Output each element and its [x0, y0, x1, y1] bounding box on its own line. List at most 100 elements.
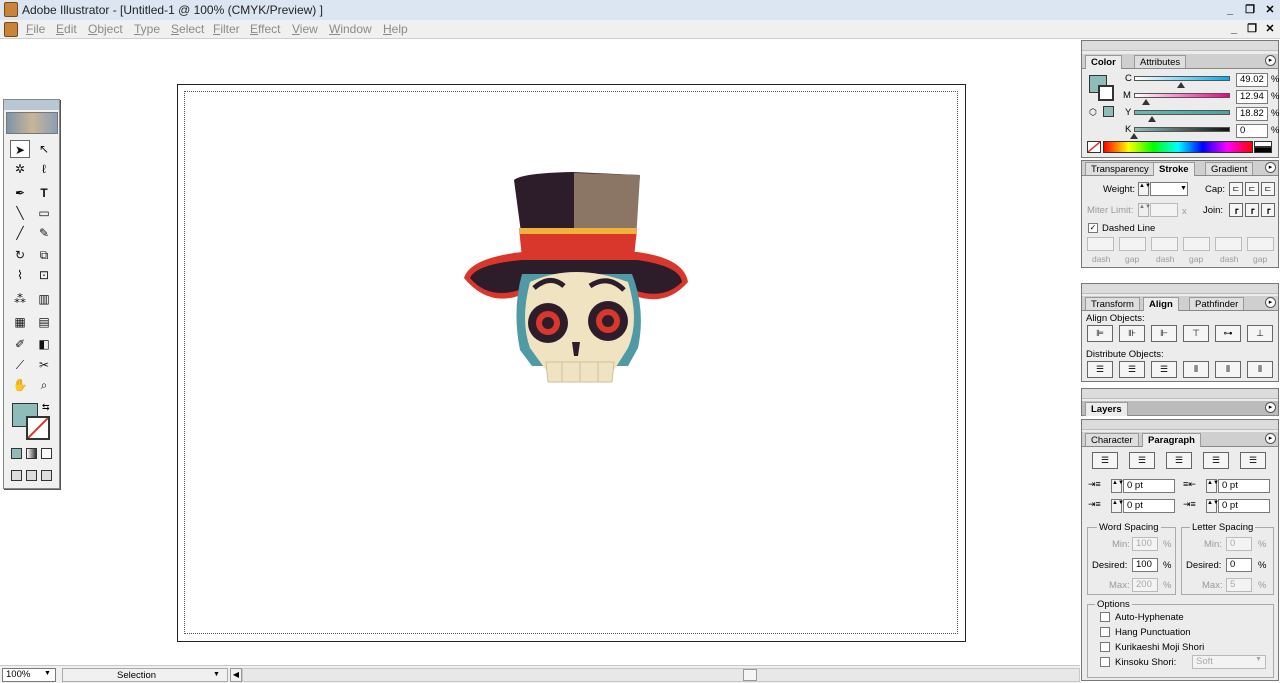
magenta-slider[interactable]: [1134, 93, 1230, 98]
black-value-field[interactable]: 0: [1236, 124, 1268, 138]
tab-character[interactable]: Character: [1085, 433, 1139, 446]
pen-tool-icon[interactable]: ✒: [10, 184, 30, 202]
gradient-tool-icon[interactable]: ▤: [34, 313, 54, 331]
magenta-value-field[interactable]: 12.94: [1236, 90, 1268, 104]
direct-selection-tool-icon[interactable]: ↖: [34, 140, 54, 158]
dashed-line-checkbox[interactable]: ✓: [1088, 223, 1098, 233]
full-screen-menu-mode-icon[interactable]: [26, 470, 37, 481]
align-left-text-icon[interactable]: ☰: [1092, 452, 1118, 469]
first-line-indent-stepper[interactable]: ▲▼: [1111, 499, 1124, 513]
distribute-left-icon[interactable]: ⫴: [1183, 361, 1209, 378]
line-tool-icon[interactable]: ╲: [10, 204, 30, 222]
doc-restore-button[interactable]: ❐: [1244, 22, 1260, 36]
align-horizontal-center-icon[interactable]: ⊪: [1119, 325, 1145, 342]
blend-tool-icon[interactable]: ◧: [34, 335, 54, 353]
type-tool-icon[interactable]: T: [34, 184, 54, 202]
black-slider-thumb[interactable]: [1130, 133, 1138, 139]
color-mode-icon[interactable]: [11, 448, 22, 459]
distribute-right-icon[interactable]: ⫴: [1247, 361, 1273, 378]
zoom-tool-icon[interactable]: ⌕: [34, 376, 54, 394]
word-min-field[interactable]: 100: [1132, 537, 1158, 551]
symbol-sprayer-tool-icon[interactable]: ⁂: [10, 290, 30, 308]
panel-menu-icon[interactable]: ▸: [1265, 402, 1276, 413]
align-right-text-icon[interactable]: ☰: [1166, 452, 1192, 469]
standard-screen-mode-icon[interactable]: [11, 470, 22, 481]
cyan-value-field[interactable]: 49.02: [1236, 73, 1268, 87]
out-of-gamut-icon[interactable]: ⬡: [1089, 107, 1100, 118]
tab-gradient[interactable]: Gradient: [1205, 162, 1254, 175]
dash-field-1[interactable]: [1087, 237, 1114, 251]
lasso-tool-icon[interactable]: ℓ: [34, 160, 54, 178]
kinsoku-checkbox[interactable]: [1100, 657, 1110, 667]
right-indent-field[interactable]: 0 pt: [1218, 479, 1270, 493]
left-indent-stepper[interactable]: ▲▼: [1111, 479, 1124, 493]
swap-fill-stroke-icon[interactable]: ⇆: [42, 402, 50, 413]
letter-max-field[interactable]: 5: [1226, 578, 1252, 592]
tab-align[interactable]: Align: [1143, 297, 1179, 311]
zoom-dropdown-icon[interactable]: ▼: [44, 670, 51, 677]
rectangle-tool-icon[interactable]: ▭: [34, 204, 54, 222]
minimize-button[interactable]: _: [1222, 3, 1238, 17]
align-center-text-icon[interactable]: ☰: [1129, 452, 1155, 469]
justify-all-text-icon[interactable]: ☰: [1240, 452, 1266, 469]
tab-stroke[interactable]: Stroke: [1153, 162, 1195, 176]
scale-tool-icon[interactable]: ⧉: [34, 246, 54, 264]
tab-color[interactable]: Color: [1085, 55, 1122, 69]
hang-punctuation-checkbox[interactable]: [1100, 627, 1110, 637]
document-icon[interactable]: [4, 22, 18, 37]
restore-button[interactable]: ❐: [1242, 3, 1258, 17]
panel-menu-icon[interactable]: ▸: [1265, 162, 1276, 173]
panel-title-bar[interactable]: [1082, 284, 1278, 294]
menu-edit[interactable]: Edit: [56, 22, 77, 36]
round-cap-icon[interactable]: ⊏: [1245, 182, 1259, 196]
gradient-mode-icon[interactable]: [26, 448, 37, 459]
scissors-tool-icon[interactable]: ✂: [34, 356, 54, 374]
align-top-icon[interactable]: ⊤: [1183, 325, 1209, 342]
menu-view[interactable]: View: [292, 22, 318, 36]
status-dropdown-icon[interactable]: ▼: [213, 671, 220, 678]
cyan-slider[interactable]: [1134, 76, 1230, 81]
magenta-slider-thumb[interactable]: [1142, 99, 1151, 105]
scroll-left-button[interactable]: ◀: [230, 668, 242, 682]
app-icon[interactable]: [4, 2, 18, 17]
stroke-swatch[interactable]: [26, 416, 50, 440]
horizontal-scrollbar[interactable]: [242, 668, 1080, 682]
eyedropper-tool-icon[interactable]: ✐: [10, 335, 30, 353]
panel-title-bar[interactable]: [1082, 41, 1278, 51]
color-spectrum-bar[interactable]: [1103, 141, 1253, 153]
word-desired-field[interactable]: 100: [1132, 558, 1158, 572]
miter-join-icon[interactable]: ┏: [1229, 203, 1243, 217]
graph-tool-icon[interactable]: ▥: [34, 290, 54, 308]
distribute-vertical-center-icon[interactable]: ☰: [1119, 361, 1145, 378]
projecting-cap-icon[interactable]: ⊏: [1261, 182, 1275, 196]
warp-tool-icon[interactable]: ⌇: [10, 266, 30, 284]
selection-tool-icon[interactable]: ➤: [10, 140, 30, 158]
align-left-icon[interactable]: ⊫: [1087, 325, 1113, 342]
rotate-tool-icon[interactable]: ↻: [10, 246, 30, 264]
doc-close-button[interactable]: ✕: [1262, 22, 1278, 36]
menu-file[interactable]: File: [26, 22, 45, 36]
web-color-swatch[interactable]: [1103, 106, 1114, 117]
color-stroke-swatch[interactable]: [1098, 85, 1114, 101]
venus-logo-icon[interactable]: [6, 112, 58, 134]
free-transform-tool-icon[interactable]: ⊡: [34, 266, 54, 284]
panel-menu-icon[interactable]: ▸: [1265, 55, 1276, 66]
menu-filter[interactable]: Filter: [213, 22, 240, 36]
close-button[interactable]: ✕: [1262, 3, 1278, 17]
panel-title-bar[interactable]: [1082, 389, 1278, 399]
pencil-tool-icon[interactable]: ✎: [34, 224, 54, 242]
skull-artwork[interactable]: [462, 170, 692, 385]
menu-help[interactable]: Help: [383, 22, 408, 36]
align-right-icon[interactable]: ⊩: [1151, 325, 1177, 342]
menu-effect[interactable]: Effect: [250, 22, 280, 36]
tab-paragraph[interactable]: Paragraph: [1142, 433, 1201, 447]
yellow-slider[interactable]: [1134, 110, 1230, 115]
letter-desired-field[interactable]: 0: [1226, 558, 1252, 572]
weight-stepper[interactable]: ▲▼: [1138, 182, 1151, 196]
mesh-tool-icon[interactable]: ▦: [10, 313, 30, 331]
black-swatch[interactable]: [1254, 147, 1272, 153]
align-bottom-icon[interactable]: ⊥: [1247, 325, 1273, 342]
tab-layers[interactable]: Layers: [1085, 402, 1128, 416]
panel-title-bar[interactable]: [1082, 420, 1278, 430]
status-mode-box[interactable]: Selection ▼: [62, 668, 228, 682]
